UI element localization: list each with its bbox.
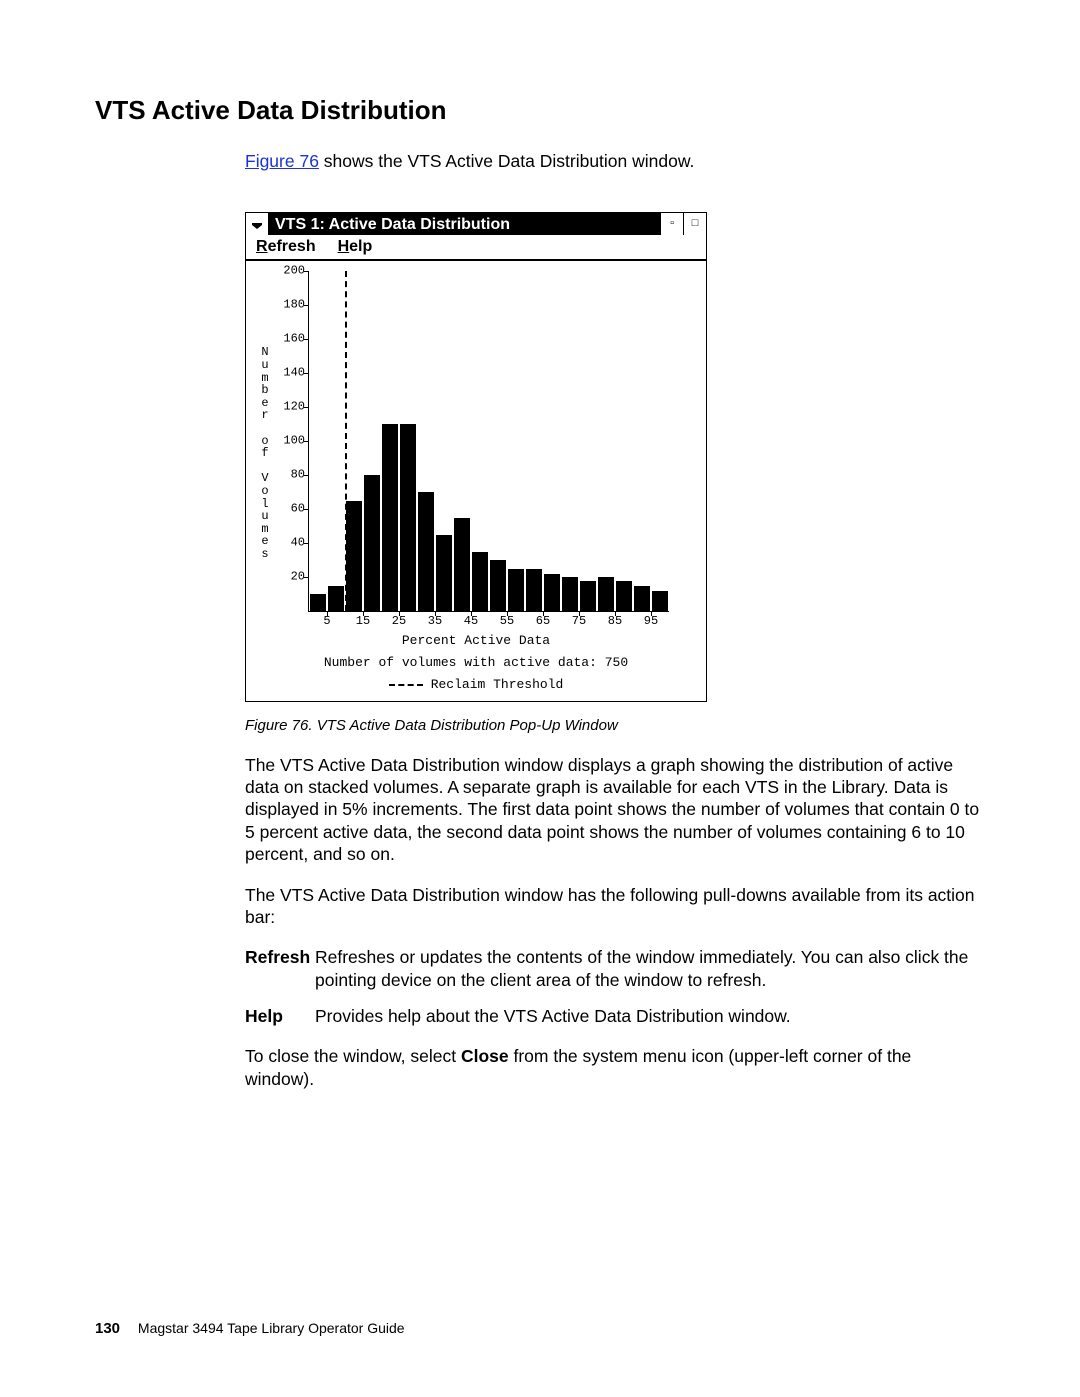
legend: Reclaim Threshold (246, 677, 706, 694)
menu-help[interactable]: Help (338, 237, 373, 257)
figure-76-link[interactable]: Figure 76 (245, 151, 319, 171)
bar (526, 569, 542, 612)
menubar: Refresh Help (246, 235, 706, 261)
legend-dash-icon (389, 684, 423, 686)
y-tick-label: 200 (275, 264, 305, 279)
y-tick-label: 80 (275, 468, 305, 483)
bar (652, 591, 668, 611)
bar (418, 492, 434, 611)
plot-region: 2040608010012014016018020051525354555657… (308, 271, 669, 612)
y-tick-label: 100 (275, 434, 305, 449)
bar (562, 577, 578, 611)
titlebar: VTS 1: Active Data Distribution ▫ □ (246, 213, 706, 235)
maximize-icon[interactable]: □ (683, 213, 706, 235)
y-tick-label: 20 (275, 570, 305, 585)
bar (436, 535, 452, 612)
paragraph-2: The VTS Active Data Distribution window … (245, 884, 985, 929)
bar (472, 552, 488, 612)
intro-text: shows the VTS Active Data Distribution w… (319, 151, 694, 171)
y-tick-label: 40 (275, 536, 305, 551)
section-heading: VTS Active Data Distribution (95, 95, 990, 126)
book-title: Magstar 3494 Tape Library Operator Guide (138, 1320, 405, 1336)
bar (454, 518, 470, 612)
minimize-icon[interactable]: ▫ (660, 213, 683, 235)
figure-caption: Figure 76. VTS Active Data Distribution … (245, 716, 985, 735)
system-menu-icon[interactable] (246, 213, 269, 235)
bar (364, 475, 380, 611)
page-footer: 130 Magstar 3494 Tape Library Operator G… (95, 1320, 405, 1337)
bar (382, 424, 398, 611)
definition-list: Refresh Refreshes or updates the content… (245, 946, 985, 1027)
y-tick-label: 160 (275, 332, 305, 347)
paragraph-3: To close the window, select Close from t… (245, 1045, 985, 1090)
bar (544, 574, 560, 611)
desc-help: Provides help about the VTS Active Data … (315, 1005, 985, 1027)
bar (328, 586, 344, 612)
bar (346, 501, 362, 612)
window-title: VTS 1: Active Data Distribution (269, 213, 660, 235)
summary-line: Number of volumes with active data: 750 (246, 655, 706, 672)
bar (598, 577, 614, 611)
desc-refresh: Refreshes or updates the contents of the… (315, 946, 985, 991)
bar (580, 581, 596, 612)
intro-paragraph: Figure 76 shows the VTS Active Data Dist… (245, 150, 985, 172)
reclaim-threshold-line (345, 271, 347, 611)
bar (634, 586, 650, 612)
bar (616, 581, 632, 612)
y-tick-label: 60 (275, 502, 305, 517)
body-column: Figure 76 shows the VTS Active Data Dist… (245, 150, 985, 1090)
page: VTS Active Data Distribution Figure 76 s… (0, 0, 1080, 1397)
paragraph-1: The VTS Active Data Distribution window … (245, 754, 985, 866)
term-refresh: Refresh (245, 946, 315, 968)
vts-window: VTS 1: Active Data Distribution ▫ □ Refr… (245, 212, 707, 702)
y-tick-label: 140 (275, 366, 305, 381)
bar (400, 424, 416, 611)
menu-refresh[interactable]: Refresh (256, 237, 316, 257)
term-help: Help (245, 1005, 315, 1027)
page-number: 130 (95, 1320, 120, 1337)
y-tick-label: 120 (275, 400, 305, 415)
bar (508, 569, 524, 612)
y-axis-label: NumberofVolumes (260, 346, 270, 560)
x-axis-label: Percent Active Data (246, 633, 706, 650)
bar (490, 560, 506, 611)
y-tick-label: 180 (275, 298, 305, 313)
chart-area[interactable]: NumberofVolumes 204060801001201401601802… (246, 261, 706, 701)
bar (310, 594, 326, 611)
